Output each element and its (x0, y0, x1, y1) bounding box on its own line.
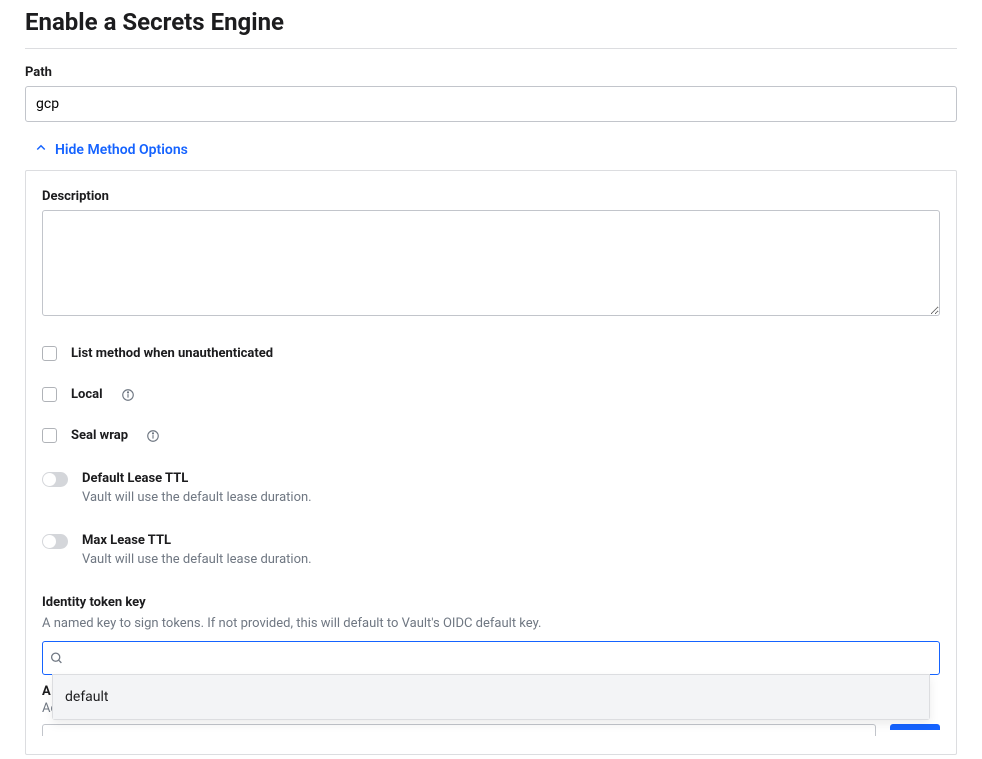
max-lease-ttl-help: Vault will use the default lease duratio… (82, 552, 940, 567)
identity-token-key-label: Identity token key (42, 595, 940, 610)
local-label: Local (71, 387, 103, 402)
identity-token-key-help: A named key to sign tokens. If not provi… (42, 616, 940, 631)
toggle-method-options-label: Hide Method Options (55, 142, 188, 158)
seal-wrap-label: Seal wrap (71, 428, 128, 443)
add-button[interactable] (890, 724, 940, 730)
info-icon[interactable] (121, 388, 135, 402)
list-unauth-label: List method when unauthenticated (71, 346, 273, 361)
search-icon (50, 652, 63, 665)
default-lease-ttl-label: Default Lease TTL (82, 471, 940, 486)
identity-token-key-dropdown: default (52, 674, 930, 720)
dropdown-option-default[interactable]: default (53, 675, 929, 719)
description-label: Description (42, 189, 940, 204)
hidden-field-label: A (42, 684, 52, 699)
chevron-up-icon (35, 142, 47, 158)
page-title: Enable a Secrets Engine (25, 0, 957, 49)
max-lease-ttl-label: Max Lease TTL (82, 533, 940, 548)
default-lease-ttl-help: Vault will use the default lease duratio… (82, 490, 940, 505)
info-icon[interactable] (146, 429, 160, 443)
row-input[interactable] (42, 724, 876, 736)
default-lease-ttl-toggle[interactable] (42, 472, 68, 487)
seal-wrap-checkbox[interactable] (42, 428, 57, 443)
max-lease-ttl-toggle[interactable] (42, 534, 68, 549)
path-label: Path (25, 65, 957, 80)
identity-token-key-search[interactable] (42, 641, 940, 675)
description-textarea[interactable] (42, 210, 940, 316)
local-checkbox[interactable] (42, 387, 57, 402)
list-unauth-checkbox[interactable] (42, 346, 57, 361)
path-input[interactable] (25, 86, 957, 122)
toggle-method-options[interactable]: Hide Method Options (25, 142, 188, 158)
method-options-panel: Description List method when unauthentic… (25, 170, 957, 755)
